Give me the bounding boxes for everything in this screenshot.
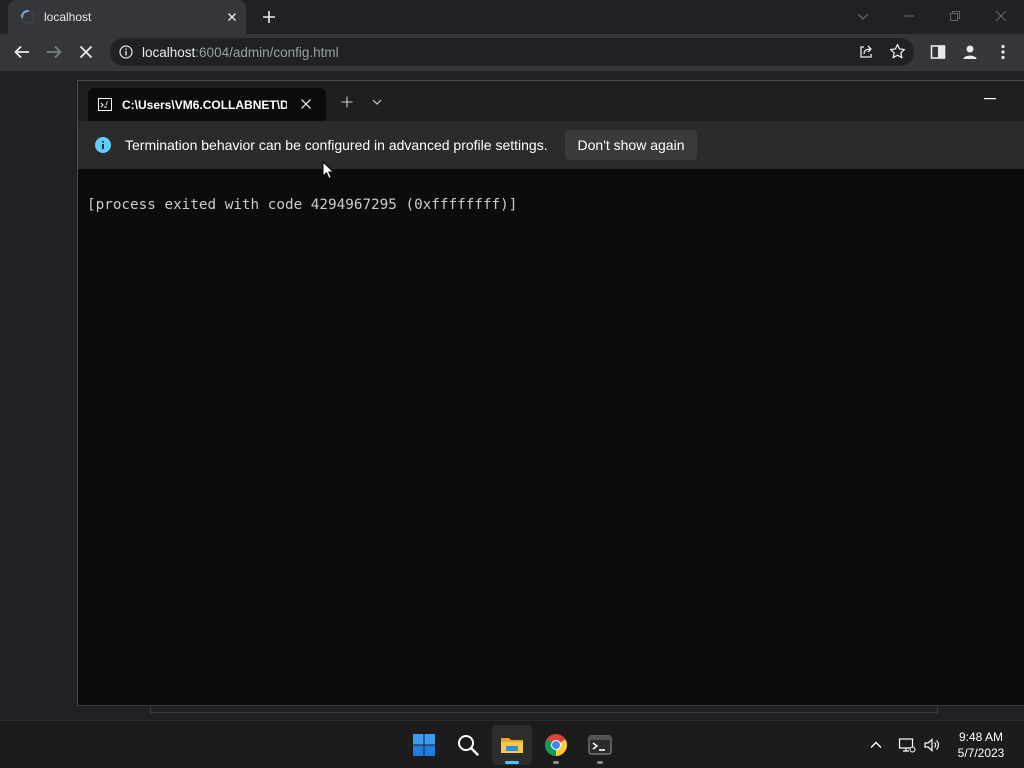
terminal-tab[interactable]: C:\Users\VM6.COLLABNET\Dc xyxy=(88,88,326,121)
tab-search-chevron-icon[interactable] xyxy=(855,8,871,24)
terminal-title-bar[interactable]: C:\Users\VM6.COLLABNET\Dc xyxy=(78,81,1024,121)
show-hidden-icons-chevron-icon[interactable] xyxy=(867,736,885,754)
terminal-window[interactable]: C:\Users\VM6.COLLABNET\Dc Termination be… xyxy=(77,80,1024,706)
running-app-indicator xyxy=(597,761,603,764)
close-tab-icon[interactable] xyxy=(224,9,240,25)
terminal-minimize-icon[interactable] xyxy=(984,98,996,100)
taskbar-terminal[interactable] xyxy=(580,725,620,765)
mouse-cursor-icon xyxy=(322,161,336,181)
search-icon xyxy=(456,733,480,757)
infobar-message: Termination behavior can be configured i… xyxy=(125,137,548,153)
dont-show-again-button[interactable]: Don't show again xyxy=(565,130,697,160)
windows-taskbar: 9:48 AM 5/7/2023 xyxy=(0,720,1024,768)
terminal-tab-title: C:\Users\VM6.COLLABNET\Dc xyxy=(122,98,287,112)
bookmark-star-icon[interactable] xyxy=(889,43,906,60)
info-icon xyxy=(95,137,111,153)
chrome-icon xyxy=(544,733,568,757)
windows-start-icon xyxy=(412,733,436,757)
share-icon[interactable] xyxy=(858,44,874,60)
restore-icon[interactable] xyxy=(947,8,963,24)
more-menu-icon[interactable] xyxy=(994,43,1012,61)
clock-date: 5/7/2023 xyxy=(957,746,1005,760)
site-info-icon[interactable] xyxy=(119,45,133,59)
browser-tab-localhost[interactable]: localhost xyxy=(8,0,246,34)
terminal-output-line: [process exited with code 4294967295 (0x… xyxy=(87,197,518,213)
back-arrow-icon[interactable] xyxy=(13,43,31,61)
browser-tab-title: localhost xyxy=(44,10,92,24)
url-text: localhost:6004/admin/config.html xyxy=(142,45,339,60)
loading-spinner-icon xyxy=(20,9,36,25)
file-explorer-icon xyxy=(500,733,524,757)
browser-toolbar: localhost:6004/admin/config.html xyxy=(0,34,1024,70)
background-window-edge xyxy=(150,705,938,713)
active-app-indicator xyxy=(505,761,519,764)
taskbar-clock[interactable]: 9:48 AM 5/7/2023 xyxy=(946,729,1016,761)
taskbar-chrome[interactable] xyxy=(536,725,576,765)
side-panel-icon[interactable] xyxy=(929,43,947,61)
address-bar[interactable]: localhost:6004/admin/config.html xyxy=(110,38,914,66)
forward-arrow-icon[interactable] xyxy=(45,43,63,61)
clock-time: 9:48 AM xyxy=(958,730,1004,744)
start-button[interactable] xyxy=(404,725,444,765)
termination-infobar: Termination behavior can be configured i… xyxy=(78,121,1024,169)
profile-icon[interactable] xyxy=(961,43,979,61)
stop-loading-icon[interactable] xyxy=(77,43,95,61)
url-path: :6004/admin/config.html xyxy=(195,45,339,60)
terminal-icon xyxy=(588,733,612,757)
close-terminal-tab-icon[interactable] xyxy=(300,98,312,110)
minimize-icon[interactable] xyxy=(901,8,917,24)
volume-icon[interactable] xyxy=(923,736,941,754)
url-host: localhost xyxy=(142,45,196,60)
browser-tab-strip: localhost xyxy=(0,0,1024,34)
close-window-icon[interactable] xyxy=(993,8,1009,24)
new-tab-icon[interactable] xyxy=(260,8,278,26)
taskbar-file-explorer[interactable] xyxy=(492,725,532,765)
network-icon[interactable] xyxy=(898,736,916,754)
running-app-indicator xyxy=(553,761,559,764)
cmd-icon xyxy=(98,98,112,111)
terminal-dropdown-chevron-icon[interactable] xyxy=(372,98,382,106)
taskbar-search-button[interactable] xyxy=(448,725,488,765)
new-terminal-tab-icon[interactable] xyxy=(341,96,353,108)
